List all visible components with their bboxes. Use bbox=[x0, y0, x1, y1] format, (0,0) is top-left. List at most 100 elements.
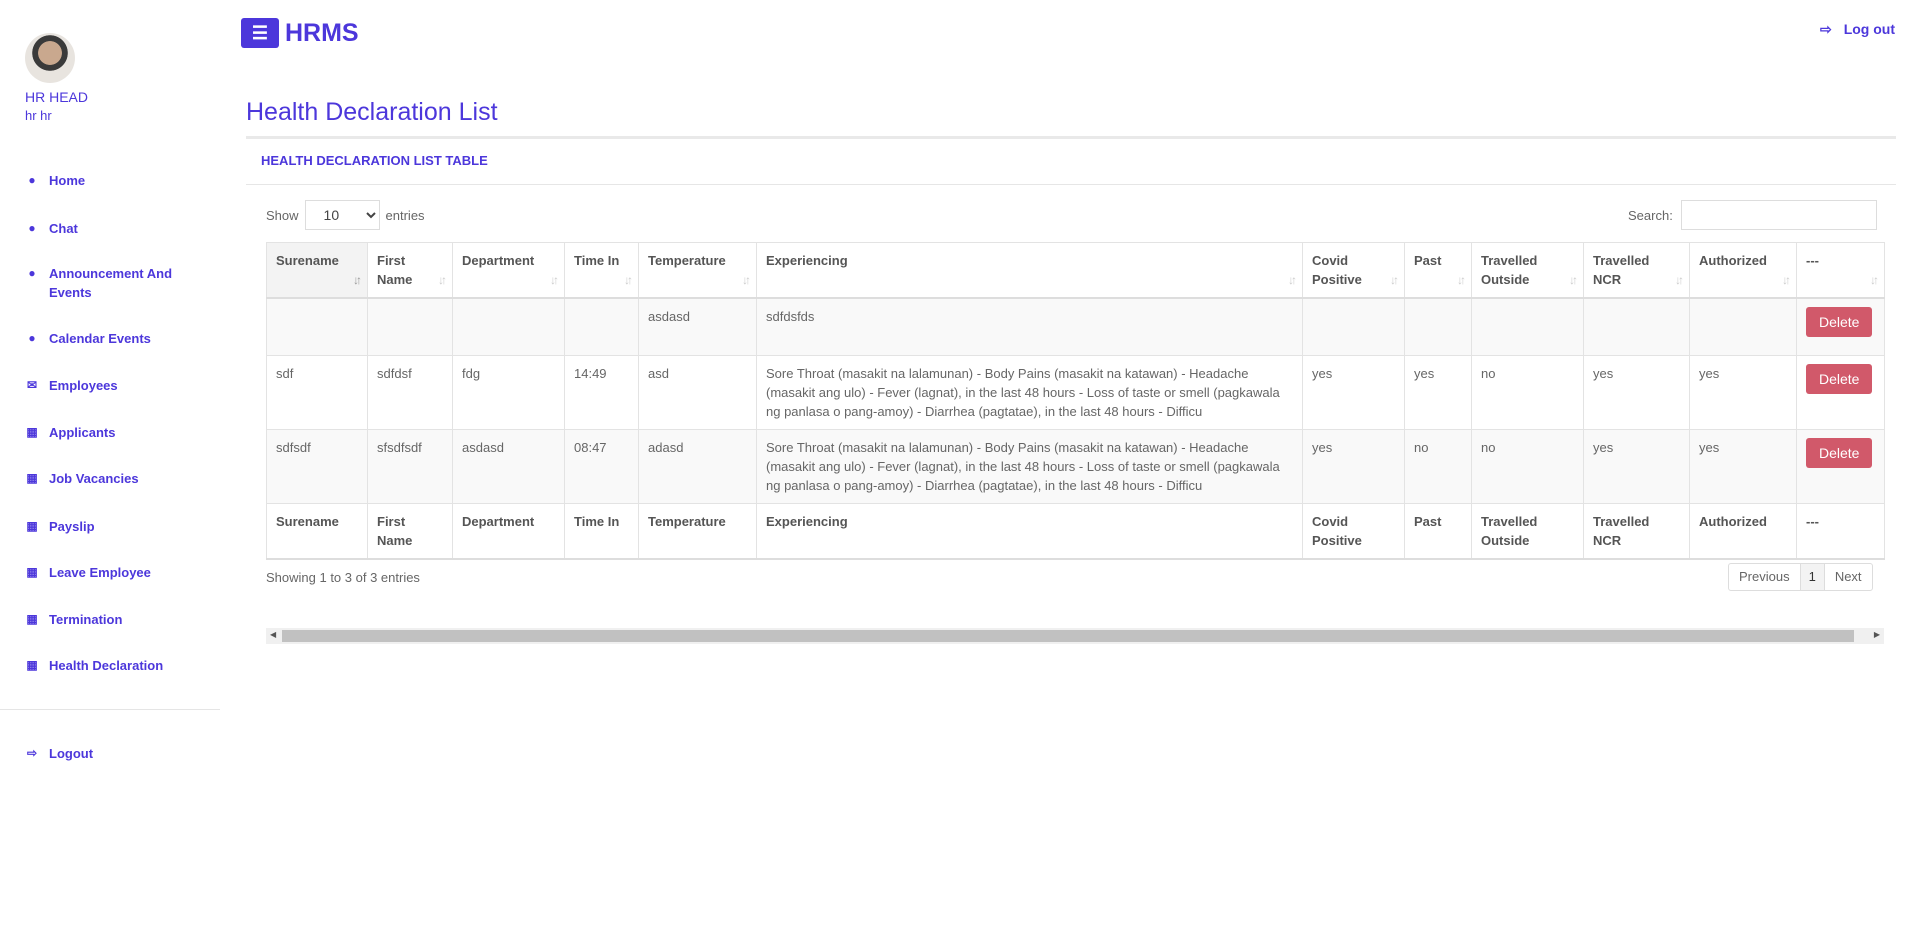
sidebar-item-label: Calendar Events bbox=[49, 331, 151, 346]
column-header[interactable]: First Name ↓↑ bbox=[367, 242, 453, 299]
user-circle-icon: ● bbox=[28, 221, 36, 235]
column-header[interactable]: Authorized ↓↑ bbox=[1689, 242, 1797, 299]
user-circle-icon: ● bbox=[28, 266, 36, 280]
table-cell bbox=[1302, 297, 1405, 356]
sort-icon: ↓↑ bbox=[1288, 273, 1297, 287]
table-cell: no bbox=[1404, 428, 1472, 504]
pagination: Previous 1 Next bbox=[1728, 563, 1873, 591]
sidebar-item-label: Announcement And Events bbox=[49, 266, 173, 300]
column-footer: --- bbox=[1796, 502, 1885, 560]
sidebar-item-payslip[interactable]: ▦ Payslip bbox=[25, 517, 205, 536]
entries-control: Show 10 entries bbox=[266, 200, 425, 230]
table-cell: sdfdsf bbox=[367, 354, 453, 430]
column-header[interactable]: Travelled Outside ↓↑ bbox=[1471, 242, 1584, 299]
sidebar-item-label: Job Vacancies bbox=[49, 471, 139, 486]
user-circle-icon: ● bbox=[28, 331, 36, 345]
horizontal-scrollbar[interactable]: ◀ ▶ bbox=[266, 628, 1884, 644]
sidebar-item-announcement-and-events[interactable]: ● Announcement And Events bbox=[25, 264, 205, 302]
sort-icon: ↓↑ bbox=[624, 273, 633, 287]
table-cell bbox=[266, 297, 368, 356]
search-input[interactable] bbox=[1680, 200, 1877, 230]
logout-icon: ⇨ bbox=[1819, 21, 1832, 37]
column-header[interactable]: Covid Positive ↓↑ bbox=[1302, 242, 1405, 299]
sidebar-item-job-vacancies[interactable]: ▦ Job Vacancies bbox=[25, 469, 205, 488]
scroll-right-icon[interactable]: ▶ bbox=[1874, 630, 1880, 639]
table-cell bbox=[1689, 297, 1797, 356]
delete-button[interactable]: Delete bbox=[1806, 363, 1873, 394]
column-header[interactable]: Experiencing ↓↑ bbox=[756, 242, 1303, 299]
next-button[interactable]: Next bbox=[1823, 564, 1872, 590]
table-cell: no bbox=[1471, 354, 1584, 430]
sort-icon: ↓↑ bbox=[438, 273, 447, 287]
user-name: HR HEAD bbox=[25, 89, 89, 105]
table-cell: yes bbox=[1404, 354, 1472, 430]
table-cell: yes bbox=[1302, 428, 1405, 504]
table-cell: yes bbox=[1689, 428, 1797, 504]
sidebar-item-chat[interactable]: ● Chat bbox=[25, 219, 205, 238]
sort-icon: ↓↑ bbox=[1675, 273, 1684, 287]
sidebar-item-label: Termination bbox=[49, 612, 123, 627]
column-footer: Travelled Outside bbox=[1471, 502, 1584, 560]
sort-icon: ↓↑ bbox=[1390, 273, 1399, 287]
entries-select[interactable]: 10 bbox=[304, 200, 380, 230]
sidebar-item-home[interactable]: ● Home bbox=[25, 171, 205, 190]
table-icon: ▦ bbox=[26, 658, 38, 672]
table-cell bbox=[1583, 297, 1690, 356]
sidebar-item-leave-employee[interactable]: ▦ Leave Employee bbox=[25, 563, 205, 582]
table-cell: asdasd bbox=[638, 297, 757, 356]
sidebar-logout[interactable]: ⇨ Logout bbox=[25, 744, 205, 763]
table-cell: fdg bbox=[452, 354, 565, 430]
table-cell: no bbox=[1471, 428, 1584, 504]
column-footer: Time In bbox=[564, 502, 639, 560]
column-header[interactable]: Department ↓↑ bbox=[452, 242, 565, 299]
table-cell: 08:47 bbox=[564, 428, 639, 504]
user-role: hr hr bbox=[25, 108, 52, 123]
logout-link[interactable]: ⇨ Log out bbox=[1820, 21, 1895, 38]
sidebar-item-employees[interactable]: ✉ Employees bbox=[25, 376, 205, 395]
sidebar-item-label: Applicants bbox=[49, 425, 116, 440]
delete-button[interactable]: Delete bbox=[1806, 307, 1873, 337]
column-header[interactable]: Temperature ↓↑ bbox=[638, 242, 757, 299]
table-cell: Sore Throat (masakit na lalamunan) - Bod… bbox=[756, 354, 1303, 430]
menu-toggle-button[interactable]: ☰ bbox=[241, 18, 279, 48]
page-1-button[interactable]: 1 bbox=[1799, 564, 1824, 590]
column-header[interactable]: Travelled NCR ↓↑ bbox=[1583, 242, 1690, 299]
sort-icon: ↓↑ bbox=[1457, 273, 1466, 287]
sidebar-item-termination[interactable]: ▦ Termination bbox=[25, 610, 205, 629]
avatar bbox=[25, 33, 75, 83]
previous-button[interactable]: Previous bbox=[1729, 564, 1800, 590]
column-header[interactable]: Surename ↓↑ bbox=[266, 242, 368, 299]
column-header[interactable]: --- ↓↑ bbox=[1796, 242, 1885, 299]
column-footer: Department bbox=[452, 502, 565, 560]
sort-icon: ↓↑ bbox=[1782, 273, 1791, 287]
column-footer: Travelled NCR bbox=[1583, 502, 1690, 560]
sidebar-item-label: Home bbox=[49, 173, 86, 188]
column-footer: Past bbox=[1404, 502, 1472, 560]
table-cell: adasd bbox=[638, 428, 757, 504]
table-cell: sfsdfsdf bbox=[367, 428, 453, 504]
sort-asc-icon: ↓↑ bbox=[353, 273, 362, 287]
table-icon: ▦ bbox=[26, 425, 38, 439]
sidebar-item-health-declaration[interactable]: ▦ Health Declaration bbox=[25, 656, 205, 675]
sidebar-item-calendar-events[interactable]: ● Calendar Events bbox=[25, 329, 205, 348]
sidebar-item-label: Payslip bbox=[49, 519, 95, 534]
sidebar-divider bbox=[0, 709, 220, 710]
scroll-left-icon[interactable]: ◀ bbox=[270, 630, 276, 639]
sidebar-item-applicants[interactable]: ▦ Applicants bbox=[25, 423, 205, 442]
table-row: asdasd sdfdsfds Delete bbox=[266, 297, 1885, 356]
column-header[interactable]: Time In ↓↑ bbox=[564, 242, 639, 299]
table-cell bbox=[1404, 297, 1472, 356]
column-header[interactable]: Past ↓↑ bbox=[1404, 242, 1472, 299]
brand-title: HRMS bbox=[285, 19, 359, 47]
delete-button[interactable]: Delete bbox=[1806, 437, 1873, 468]
table-cell: asdasd bbox=[452, 428, 565, 504]
title-divider bbox=[246, 136, 1896, 139]
table-cell: sdfdsfds bbox=[756, 297, 1303, 356]
sort-icon: ↓↑ bbox=[742, 273, 751, 287]
logout-icon: ⇨ bbox=[26, 746, 38, 760]
table-cell bbox=[1471, 297, 1584, 356]
sidebar: HR HEAD hr hr ● Home ● Chat ● Announcement An… bbox=[0, 0, 220, 933]
scrollbar-thumb[interactable] bbox=[282, 630, 1854, 642]
table-cell: Sore Throat (masakit na lalamunan) - Bod… bbox=[756, 428, 1303, 504]
table-cell bbox=[367, 297, 453, 356]
